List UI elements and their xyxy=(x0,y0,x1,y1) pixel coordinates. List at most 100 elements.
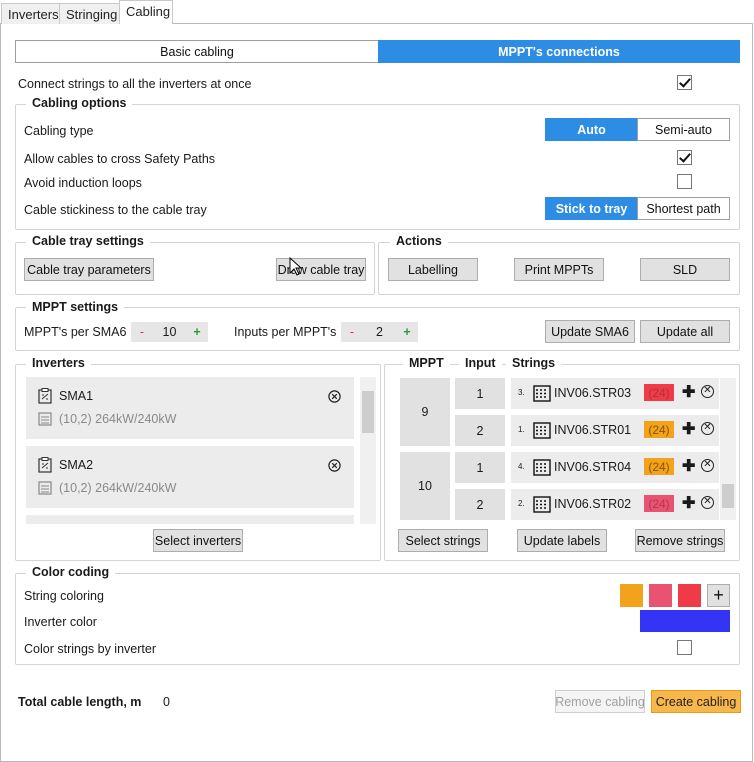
string-name: INV06.STR04 xyxy=(554,460,632,474)
string-index: 3. xyxy=(518,388,525,397)
inputs-per-value[interactable]: 2 xyxy=(363,325,396,339)
inverter-name: SMA2 xyxy=(59,458,94,472)
strings-column-header: Strings xyxy=(506,356,562,370)
inverters-title: Inverters xyxy=(26,356,91,370)
cabling-type-semi-auto[interactable]: Semi-auto xyxy=(637,118,730,141)
cable-tray-title: Cable tray settings xyxy=(26,234,150,248)
string-name: INV06.STR03 xyxy=(554,386,632,400)
strings-scrollbar[interactable] xyxy=(720,378,736,520)
remove-icon[interactable]: ✕ xyxy=(701,459,714,472)
update-sma6-button[interactable]: Update SMA6 xyxy=(545,320,635,343)
decrement-button[interactable]: - xyxy=(341,325,363,339)
string-coloring-label: String coloring xyxy=(24,589,104,603)
color-swatch[interactable] xyxy=(649,584,672,607)
string-icon xyxy=(533,496,551,513)
stickiness-label: Cable stickiness to the cable tray xyxy=(24,203,207,217)
mppt-config-icon xyxy=(38,481,52,495)
update-all-button[interactable]: Update all xyxy=(640,320,730,343)
mouse-cursor-icon xyxy=(289,257,303,276)
shortest-path-option[interactable]: Shortest path xyxy=(637,197,730,220)
inverter-icon xyxy=(38,388,52,404)
increment-button[interactable]: + xyxy=(396,325,418,339)
input-cell: 1 xyxy=(455,452,505,483)
remove-icon[interactable]: ✕ xyxy=(701,496,714,509)
add-icon[interactable]: ✚ xyxy=(682,456,695,476)
string-index: 1. xyxy=(518,425,525,434)
input-cell: 2 xyxy=(455,489,505,520)
induction-loops-checkbox[interactable] xyxy=(677,174,692,189)
mppt-column-header: MPPT xyxy=(403,356,450,370)
string-count-badge: (24) xyxy=(644,421,674,438)
color-swatch[interactable] xyxy=(620,584,643,607)
cross-safety-label: Allow cables to cross Safety Paths xyxy=(24,152,216,166)
print-mppts-button[interactable]: Print MPPTs xyxy=(514,258,604,281)
string-row[interactable]: 4. INV06.STR04 (24) ✚ ✕ xyxy=(511,452,719,483)
connect-all-label: Connect strings to all the inverters at … xyxy=(18,77,252,91)
basic-cabling-tab[interactable]: Basic cabling xyxy=(15,40,379,63)
input-cell: 2 xyxy=(455,415,505,446)
add-icon[interactable]: ✚ xyxy=(682,493,695,513)
create-cabling-button[interactable]: Create cabling xyxy=(651,690,741,713)
string-count-badge: (24) xyxy=(644,384,674,401)
remove-icon[interactable] xyxy=(328,390,341,403)
mppt-cell: 9 xyxy=(400,378,450,446)
mppt-per-value[interactable]: 10 xyxy=(153,325,186,339)
string-index: 2. xyxy=(518,499,525,508)
add-icon[interactable]: ✚ xyxy=(682,382,695,402)
actions-title: Actions xyxy=(390,234,448,248)
tab-stringing[interactable]: Stringing xyxy=(59,3,120,24)
connect-all-checkbox[interactable] xyxy=(677,75,692,90)
induction-loops-label: Avoid induction loops xyxy=(24,176,142,190)
mppt-connections-tab[interactable]: MPPT's connections xyxy=(378,40,740,63)
total-cable-length-value: 0 xyxy=(163,695,170,709)
inverter-card[interactable]: SMA2 (10,2) 264kW/240kW xyxy=(26,446,354,508)
color-coding-title: Color coding xyxy=(26,565,116,579)
decrement-button[interactable]: - xyxy=(131,325,153,339)
scrollbar-thumb[interactable] xyxy=(722,484,734,508)
tab-inverters[interactable]: Inverters xyxy=(1,3,60,24)
update-labels-button[interactable]: Update labels xyxy=(517,529,607,552)
add-color-button[interactable]: + xyxy=(707,584,730,607)
cable-tray-parameters-button[interactable]: Cable tray parameters xyxy=(24,258,154,281)
select-inverters-button[interactable]: Select inverters xyxy=(153,529,243,552)
scrollbar-thumb[interactable] xyxy=(362,391,374,433)
string-row[interactable]: 2. INV06.STR02 (24) ✚ ✕ xyxy=(511,489,719,520)
color-swatch[interactable] xyxy=(678,584,701,607)
inverter-card[interactable]: SMA1 (10,2) 264kW/240kW xyxy=(26,377,354,439)
labelling-button[interactable]: Labelling xyxy=(388,258,478,281)
inverter-info: (10,2) 264kW/240kW xyxy=(59,412,177,426)
mppt-cell: 10 xyxy=(400,452,450,520)
string-count-badge: (24) xyxy=(644,458,674,475)
remove-icon[interactable]: ✕ xyxy=(701,385,714,398)
add-icon[interactable]: ✚ xyxy=(682,419,695,439)
increment-button[interactable]: + xyxy=(186,325,208,339)
inputs-per-stepper[interactable]: - 2 + xyxy=(341,322,418,342)
inverter-name: SMA1 xyxy=(59,389,94,403)
mppt-config-icon xyxy=(38,412,52,426)
input-column-header: Input xyxy=(459,356,502,370)
mppt-per-stepper[interactable]: - 10 + xyxy=(131,322,208,342)
cross-safety-checkbox[interactable] xyxy=(677,150,692,165)
string-row[interactable]: 3. INV06.STR03 (24) ✚ ✕ xyxy=(511,378,719,409)
remove-icon[interactable] xyxy=(328,459,341,472)
inverter-info: (10,2) 264kW/240kW xyxy=(59,481,177,495)
total-cable-length-label: Total cable length, m xyxy=(18,695,142,709)
select-strings-button[interactable]: Select strings xyxy=(398,529,488,552)
remove-cabling-button[interactable]: Remove cabling xyxy=(555,690,645,713)
mppt-per-label: MPPT's per SMA6 xyxy=(24,325,127,339)
color-by-inverter-checkbox[interactable] xyxy=(677,640,692,655)
sld-button[interactable]: SLD xyxy=(640,258,730,281)
string-name: INV06.STR01 xyxy=(554,423,632,437)
input-cell: 1 xyxy=(455,378,505,409)
string-row[interactable]: 1. INV06.STR01 (24) ✚ ✕ xyxy=(511,415,719,446)
cabling-options-title: Cabling options xyxy=(26,96,133,110)
color-by-inverter-label: Color strings by inverter xyxy=(24,642,156,656)
inverters-scrollbar[interactable] xyxy=(360,377,376,524)
inverter-color-swatch[interactable] xyxy=(640,610,730,632)
string-icon xyxy=(533,459,551,476)
cabling-type-auto[interactable]: Auto xyxy=(545,118,638,141)
tab-cabling[interactable]: Cabling xyxy=(119,0,173,24)
stick-to-tray-option[interactable]: Stick to tray xyxy=(545,197,638,220)
remove-icon[interactable]: ✕ xyxy=(701,422,714,435)
remove-strings-button[interactable]: Remove strings xyxy=(635,529,725,552)
